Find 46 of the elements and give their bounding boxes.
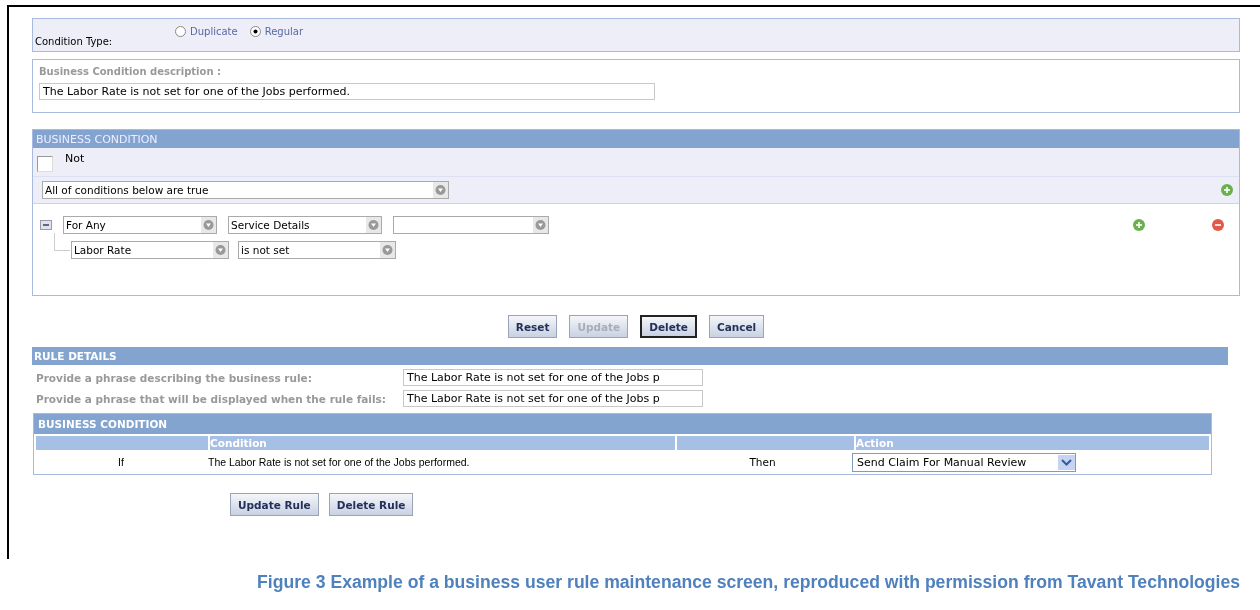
table-title: BUSINESS CONDITION <box>34 414 1211 434</box>
panel-title: BUSINESS CONDITION <box>33 130 1239 148</box>
field-label: Provide a phrase describing the business rule: <box>36 371 313 384</box>
table-cell-text: If <box>117 456 125 468</box>
figure-caption: Figure 3 Example of a business user rule maintenance screen, reproduced with permission from Tavant Technologies <box>256 571 1241 593</box>
dropdown-arrow-icon[interactable] <box>366 217 381 233</box>
add-icon[interactable] <box>1133 219 1145 231</box>
action-button[interactable]: Cancel <box>708 315 765 338</box>
remove-icon[interactable] <box>1212 219 1224 231</box>
add-icon[interactable] <box>1221 184 1233 196</box>
radio-label: Regular <box>264 26 303 37</box>
dropdown[interactable]: All of conditions below are true <box>42 181 449 199</box>
dropdown[interactable]: Service Details <box>228 216 382 234</box>
table-cell-text: Then <box>748 456 777 468</box>
not-checkbox[interactable] <box>37 156 53 172</box>
dropdown-arrow-icon[interactable] <box>533 217 548 233</box>
dropdown-arrow-icon[interactable] <box>433 182 448 198</box>
action-button[interactable]: Delete <box>640 315 697 338</box>
dropdown[interactable]: Labor Rate <box>71 241 229 259</box>
action-dropdown[interactable]: Send Claim For Manual Review <box>852 452 1076 472</box>
radio-button[interactable] <box>175 26 186 37</box>
field-label: Provide a phrase that will be displayed when the rule fails: <box>36 392 387 405</box>
section-title: RULE DETAILS <box>32 347 1228 365</box>
radio-button[interactable] <box>249 26 261 37</box>
dropdown[interactable]: For Any <box>63 216 217 234</box>
column-header: Condition <box>210 436 675 450</box>
input-field[interactable]: The Labor Rate is not set for one of the Jobs p <box>403 390 703 407</box>
dropdown[interactable] <box>393 216 549 234</box>
column-header: Action <box>856 436 1209 450</box>
condition-type-label: Condition Type: <box>35 36 114 47</box>
dropdown[interactable]: is not set <box>238 241 396 259</box>
dropdown-arrow-icon[interactable] <box>213 242 228 258</box>
rule-button[interactable]: Delete Rule <box>328 493 414 516</box>
dropdown-arrow-icon[interactable] <box>380 242 395 258</box>
table-cell-text: The Labor Rate is not set for one of the Jobs performed. <box>208 456 471 468</box>
tree-connector-line <box>54 233 70 251</box>
dropdown-arrow-icon[interactable] <box>201 217 216 233</box>
action-button[interactable]: Reset <box>507 315 558 338</box>
collapse-icon[interactable] <box>40 220 52 230</box>
chevron-down-icon[interactable] <box>1058 454 1075 470</box>
input-field[interactable]: The Labor Rate is not set for one of the Jobs p <box>403 369 703 386</box>
description-label: Business Condition description : <box>39 66 223 77</box>
not-label: Not <box>65 152 85 165</box>
description-field[interactable]: The Labor Rate is not set for one of the Jobs performed. <box>39 83 655 100</box>
radio-label: Duplicate <box>190 26 238 37</box>
rule-button[interactable]: Update Rule <box>230 493 319 516</box>
